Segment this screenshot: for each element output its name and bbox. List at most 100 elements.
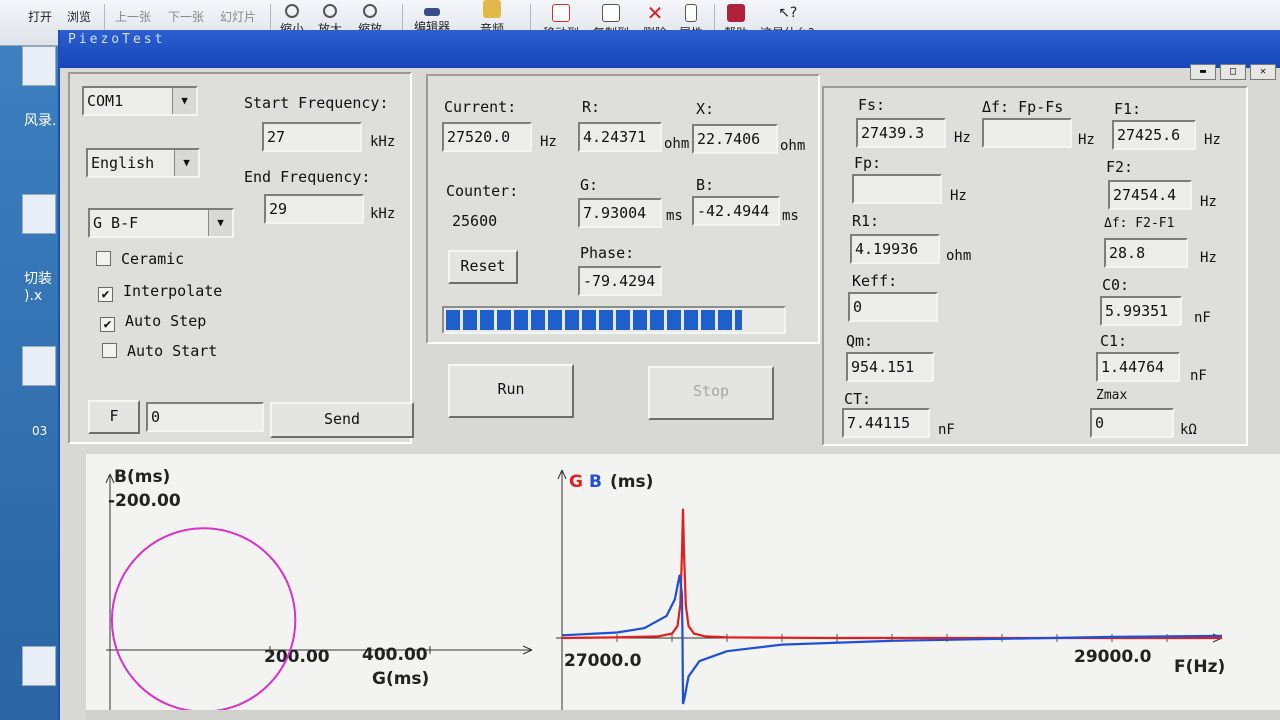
f2-value: 27454.4 bbox=[1108, 180, 1192, 210]
phase-value: -79.4294 bbox=[578, 266, 662, 296]
chevron-down-icon: ▼ bbox=[172, 88, 196, 114]
language-value: English bbox=[91, 154, 155, 172]
spreadsheet-file-icon[interactable] bbox=[22, 194, 56, 234]
stop-button[interactable]: Stop bbox=[648, 366, 774, 420]
frequency-axis-label: F(Hz) bbox=[1174, 657, 1225, 677]
r1-label: R1: bbox=[852, 212, 880, 230]
progress-bar bbox=[442, 306, 786, 334]
auto-step-checkbox[interactable]: ✔ Auto Step bbox=[100, 312, 206, 332]
whats-this-icon: ↖? bbox=[778, 5, 798, 21]
port-value: COM1 bbox=[87, 92, 124, 110]
send-button[interactable]: Send bbox=[270, 402, 414, 438]
b-value: -42.4944 bbox=[692, 196, 780, 226]
desktop-icon-label: 切装 bbox=[24, 271, 52, 287]
ct-label: CT: bbox=[844, 390, 872, 408]
r-label: R: bbox=[582, 98, 601, 116]
settings-panel: COM1 ▼ English ▼ G B-F ▼ Start Frequency: 2… bbox=[68, 72, 414, 444]
spreadsheet-file-icon[interactable] bbox=[22, 46, 56, 86]
keff-label: Keff: bbox=[852, 272, 898, 290]
fp-value bbox=[852, 174, 942, 204]
r-value: 4.24371 bbox=[578, 122, 662, 152]
ct-value: 7.44115 bbox=[842, 408, 930, 438]
checkbox-box bbox=[102, 343, 117, 358]
send-value-input[interactable]: 0 bbox=[146, 402, 264, 432]
spreadsheet-file-icon[interactable] bbox=[22, 346, 56, 386]
r1-value: 4.19936 bbox=[850, 234, 940, 264]
desktop-icon-label: 03 bbox=[32, 424, 48, 438]
spreadsheet-file-icon[interactable] bbox=[22, 646, 56, 686]
auto-start-checkbox[interactable]: Auto Start bbox=[102, 342, 217, 360]
chart-area: B(ms) -200.00 200.00 400.00 G(ms) G B (ms) 27000… bbox=[86, 454, 1280, 720]
f1-value: 27425.6 bbox=[1112, 120, 1196, 150]
qm-label: Qm: bbox=[846, 332, 874, 350]
window-title: PiezoTest bbox=[68, 32, 166, 47]
counter-value: 25600 bbox=[452, 212, 498, 230]
g-unit: ms bbox=[666, 208, 683, 224]
help-book-icon bbox=[727, 4, 745, 22]
b-axis-label: B(ms) bbox=[114, 467, 170, 487]
fp-label: Fp: bbox=[854, 154, 882, 172]
interpolate-checkbox[interactable]: ✔ Interpolate bbox=[98, 282, 222, 302]
ceramic-label: Ceramic bbox=[121, 250, 185, 268]
maximize-button[interactable]: □ bbox=[1220, 64, 1246, 80]
b-series-label: B bbox=[589, 472, 602, 492]
df-fp-fs-value bbox=[982, 118, 1072, 148]
browse-button[interactable]: 浏览 bbox=[67, 8, 91, 25]
reset-button[interactable]: Reset bbox=[448, 250, 518, 284]
current-unit: Hz bbox=[540, 134, 557, 150]
prev-button[interactable]: 上一张 bbox=[115, 8, 151, 25]
run-button[interactable]: Run bbox=[448, 364, 574, 418]
checkbox-box bbox=[96, 251, 111, 266]
zmax-label: Zmax bbox=[1096, 388, 1128, 403]
copy-icon bbox=[602, 4, 620, 22]
mode-select[interactable]: G B-F ▼ bbox=[88, 208, 234, 238]
results-panel: Fs: 27439.3 Hz Δf: Fp-Fs Hz F1: 27425.6 … bbox=[822, 86, 1248, 446]
open-button[interactable]: 打开 bbox=[28, 8, 52, 25]
close-icon: ✕ bbox=[1259, 66, 1267, 77]
admittance-circle bbox=[110, 527, 297, 713]
ceramic-checkbox[interactable]: Ceramic bbox=[96, 250, 184, 268]
fs-value: 27439.3 bbox=[856, 118, 946, 148]
end-frequency-unit: kHz bbox=[370, 206, 396, 222]
port-select[interactable]: COM1 ▼ bbox=[82, 86, 198, 116]
current-value: 27520.0 bbox=[442, 122, 532, 152]
df-fp-fs-unit: Hz bbox=[1078, 132, 1095, 148]
c0-value: 5.99351 bbox=[1100, 296, 1182, 326]
prev-label: 上一张 bbox=[115, 10, 152, 24]
slideshow-button[interactable]: 幻灯片 bbox=[220, 8, 256, 25]
interpolate-label: Interpolate bbox=[123, 282, 223, 300]
df-f2-f1-unit: Hz bbox=[1200, 250, 1217, 266]
c1-label: C1: bbox=[1100, 332, 1128, 350]
qm-value: 954.151 bbox=[846, 352, 934, 382]
browse-label: 浏览 bbox=[67, 10, 92, 24]
next-button[interactable]: 下一张 bbox=[168, 8, 204, 25]
next-label: 下一张 bbox=[168, 10, 205, 24]
g-label: G: bbox=[580, 176, 599, 194]
zmax-value: 0 bbox=[1090, 408, 1174, 438]
ct-unit: nF bbox=[938, 422, 955, 438]
r1-unit: ohm bbox=[946, 248, 972, 264]
zmax-unit: kΩ bbox=[1180, 422, 1197, 438]
minimize-button[interactable]: ▬ bbox=[1190, 64, 1216, 80]
auto-start-label: Auto Start bbox=[127, 342, 218, 360]
brush-icon bbox=[424, 8, 440, 16]
g-series-label: G bbox=[569, 472, 583, 492]
end-frequency-input[interactable]: 29 bbox=[264, 194, 364, 224]
counter-label: Counter: bbox=[446, 182, 519, 200]
g-axis-label: G(ms) bbox=[372, 669, 429, 689]
open-label: 打开 bbox=[28, 10, 53, 24]
delete-icon: ✕ bbox=[646, 1, 664, 25]
checkmark-icon: ✔ bbox=[100, 317, 115, 332]
move-icon bbox=[552, 4, 570, 22]
f2-label: F2: bbox=[1106, 158, 1134, 176]
c0-unit: nF bbox=[1194, 310, 1211, 326]
desktop-icon-label: 风录. bbox=[24, 113, 57, 129]
c1-unit: nF bbox=[1190, 368, 1207, 384]
df-f2-f1-label: Δf: F2-F1 bbox=[1104, 216, 1175, 231]
admittance-unit-label: (ms) bbox=[610, 472, 653, 492]
f-button[interactable]: F bbox=[88, 400, 140, 434]
language-select[interactable]: English ▼ bbox=[86, 148, 200, 178]
start-frequency-input[interactable]: 27 bbox=[262, 122, 362, 152]
close-button[interactable]: ✕ bbox=[1250, 64, 1276, 80]
x-value: 22.7406 bbox=[692, 124, 778, 154]
